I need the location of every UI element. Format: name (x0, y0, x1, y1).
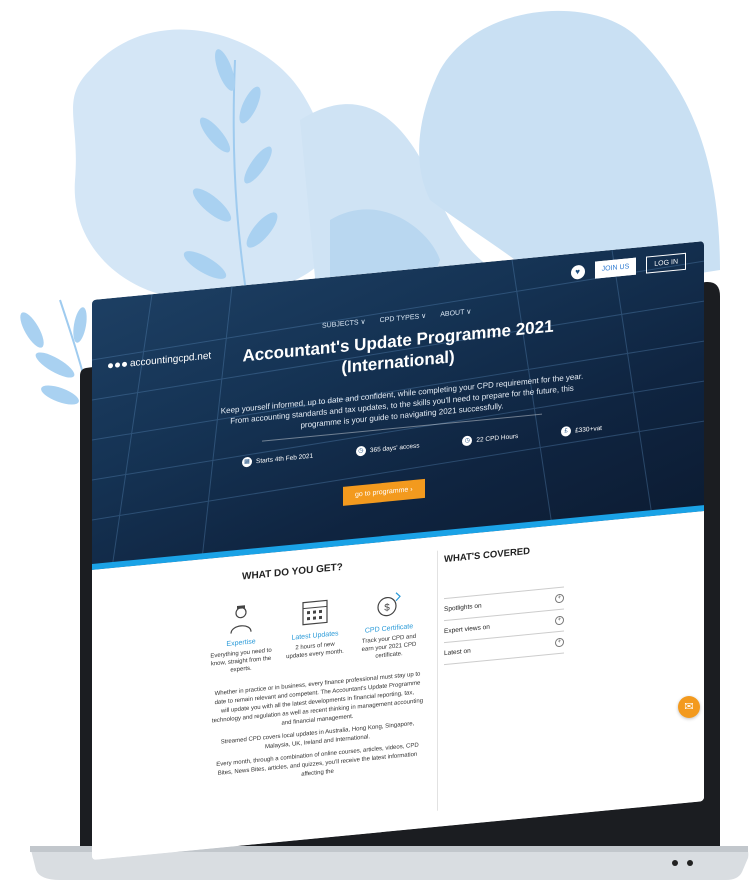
plus-icon[interactable]: + (555, 637, 564, 648)
accordion-label: Spotlights on (444, 602, 482, 614)
accordion-label: Expert views on (444, 623, 490, 636)
laptop-screen: accountingcpd.net SUBJECTS ∨ CPD TYPES ∨… (92, 241, 704, 860)
timer-icon: ◷ (462, 435, 473, 447)
calendar-icon: ▦ (242, 456, 252, 468)
column-divider (437, 550, 438, 811)
feature-list: Expertise Everything you need to know, s… (210, 586, 420, 676)
accordion-label: Latest on (444, 647, 471, 658)
feature-latest-updates: Latest Updates 2 hours of new updates ev… (284, 594, 346, 670)
whats-covered-heading: WHAT'S COVERED (444, 545, 531, 566)
feature-expertise: Expertise Everything you need to know, s… (210, 601, 272, 677)
covered-accordion: Spotlights on + Expert views on + Latest… (444, 586, 564, 666)
what-do-you-get-heading: WHAT DO YOU GET? (242, 561, 343, 583)
basket-icon[interactable]: ♥ (570, 264, 585, 280)
fact-label: £330+vat (575, 424, 602, 434)
main-content: WHAT DO YOU GET? Expertise Everything yo… (92, 511, 704, 860)
calendar-grid-icon (302, 599, 328, 626)
svg-text:$: $ (384, 602, 390, 614)
certificate-icon: $ (377, 592, 401, 617)
expert-icon (230, 605, 252, 634)
feature-desc: 2 hours of new updates every month. (286, 641, 344, 661)
plus-icon[interactable]: + (555, 593, 564, 604)
feature-desc: Track your CPD and earn your 2021 CPD ce… (361, 633, 417, 660)
feature-cpd-certificate: $ CPD Certificate Track your CPD and ear… (358, 586, 420, 662)
programme-description: Whether in practice or in business, ever… (210, 670, 425, 793)
pound-icon: £ (561, 425, 572, 437)
chat-envelope-icon[interactable]: ✉ (678, 696, 700, 718)
feature-desc: Everything you need to know, straight fr… (210, 647, 272, 674)
clock-icon: ◷ (355, 445, 366, 457)
plus-icon[interactable]: + (555, 615, 564, 626)
